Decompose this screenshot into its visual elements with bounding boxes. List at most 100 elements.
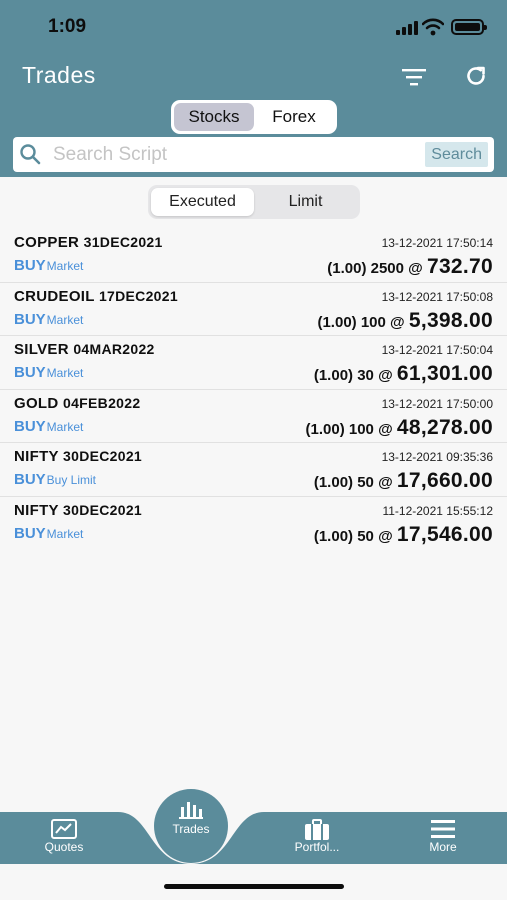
trade-side: BUYMarket — [14, 311, 83, 328]
tab-trades-label: Trades — [172, 822, 210, 836]
trade-datetime: 13-12-2021 17:50:08 — [381, 289, 493, 304]
trade-row[interactable]: CRUDEOIL 17DEC2021 13-12-2021 17:50:08 B… — [0, 283, 507, 336]
tab-portfolio[interactable]: Portfol... — [272, 808, 362, 864]
trade-side: BUYMarket — [14, 364, 83, 381]
search-input[interactable] — [53, 137, 423, 172]
tab-trades[interactable]: Trades — [154, 789, 228, 863]
trade-datetime: 13-12-2021 09:35:36 — [381, 450, 493, 464]
market-segmented-control: Stocks Forex — [171, 100, 337, 134]
trade-lot: (1.00) — [317, 313, 357, 331]
trade-row[interactable]: GOLD 04FEB2022 13-12-2021 17:50:00 BUYMa… — [0, 390, 507, 443]
chart-icon — [51, 819, 77, 839]
trade-price: (1.00) 100 @ 5,398.00 — [317, 309, 493, 333]
trade-price: (1.00) 2500 @ 732.70 — [327, 255, 493, 279]
trade-side: BUYMarket — [14, 525, 83, 542]
search-button[interactable]: Search — [425, 142, 488, 167]
trade-lot: (1.00) — [327, 260, 367, 277]
trade-lot: (1.00) — [313, 527, 354, 545]
order-type: Buy Limit — [46, 473, 97, 487]
trade-datetime: 13-12-2021 17:50:14 — [381, 236, 493, 250]
tab-more-label: More — [429, 840, 457, 854]
trade-symbol: SILVER 04MAR2022 — [14, 341, 155, 358]
trade-datetime: 11-12-2021 15:55:12 — [382, 503, 493, 518]
trade-symbol: GOLD 04FEB2022 — [14, 395, 140, 412]
order-type: Market — [46, 366, 84, 380]
refresh-icon[interactable] — [464, 64, 488, 88]
trades-list: COPPER 31DEC2021 13-12-2021 17:50:14 BUY… — [0, 229, 507, 550]
trade-symbol: CRUDEOIL 17DEC2021 — [14, 288, 178, 305]
briefcase-icon — [305, 819, 329, 840]
order-type: Market — [46, 526, 84, 541]
trade-qty: 30 — [357, 367, 374, 384]
menu-icon — [431, 820, 455, 838]
bar-chart-icon — [179, 802, 203, 819]
header: 1:09 Trades Stocks Forex Search — [0, 0, 507, 177]
filter-icon[interactable] — [402, 68, 426, 86]
symbol-name: GOLD — [14, 394, 59, 412]
at-sign: @ — [378, 420, 393, 438]
trade-price-value: 732.70 — [426, 255, 493, 278]
side-label: BUY — [14, 524, 46, 542]
trade-price: (1.00) 50 @ 17,546.00 — [314, 523, 493, 547]
side-label: BUY — [14, 471, 46, 488]
wifi-icon — [422, 18, 444, 36]
trade-lot: (1.00) — [305, 420, 345, 438]
symbol-expiry: 30DEC2021 — [63, 501, 143, 518]
order-type: Market — [46, 259, 84, 273]
trade-symbol: NIFTY 30DEC2021 — [14, 448, 142, 465]
trade-price-value: 5,398.00 — [408, 308, 493, 332]
tab-executed[interactable]: Executed — [151, 188, 254, 216]
symbol-expiry: 17DEC2021 — [98, 287, 178, 304]
at-sign: @ — [378, 367, 393, 384]
at-sign: @ — [408, 260, 423, 277]
order-type: Market — [46, 419, 84, 434]
at-sign: @ — [390, 313, 405, 331]
home-indicator — [164, 884, 344, 889]
trade-datetime: 13-12-2021 17:50:00 — [381, 396, 493, 411]
side-label: BUY — [14, 310, 46, 328]
symbol-expiry: 31DEC2021 — [83, 234, 163, 250]
trade-qty: 100 — [348, 420, 374, 438]
tab-limit[interactable]: Limit — [254, 188, 357, 216]
trade-lot: (1.00) — [313, 474, 354, 491]
trade-row[interactable]: SILVER 04MAR2022 13-12-2021 17:50:04 BUY… — [0, 336, 507, 390]
trade-side: BUYBuy Limit — [14, 471, 96, 488]
tab-stocks[interactable]: Stocks — [174, 103, 254, 131]
side-label: BUY — [14, 257, 46, 274]
trade-price: (1.00) 30 @ 61,301.00 — [314, 362, 493, 386]
trade-qty: 50 — [357, 527, 374, 545]
trade-row[interactable]: NIFTY 30DEC2021 13-12-2021 09:35:36 BUYB… — [0, 443, 507, 497]
side-label: BUY — [14, 364, 46, 381]
at-sign: @ — [378, 474, 393, 491]
trade-side: BUYMarket — [14, 418, 83, 435]
trade-symbol: NIFTY 30DEC2021 — [14, 502, 142, 519]
tab-forex[interactable]: Forex — [254, 103, 334, 131]
tab-portfolio-label: Portfol... — [294, 840, 340, 854]
trade-price-value: 48,278.00 — [396, 415, 493, 439]
tab-quotes[interactable]: Quotes — [19, 808, 109, 864]
side-label: BUY — [14, 417, 46, 435]
trade-price: (1.00) 50 @ 17,660.00 — [314, 469, 493, 493]
trade-row[interactable]: NIFTY 30DEC2021 11-12-2021 15:55:12 BUYM… — [0, 497, 507, 551]
trade-qty: 2500 — [370, 260, 404, 277]
symbol-expiry: 30DEC2021 — [63, 448, 143, 464]
trade-row[interactable]: COPPER 31DEC2021 13-12-2021 17:50:14 BUY… — [0, 229, 507, 283]
page-title: Trades — [22, 62, 96, 88]
search-icon — [20, 144, 41, 165]
trade-price-value: 61,301.00 — [396, 362, 493, 385]
trade-side: BUYMarket — [14, 257, 83, 274]
status-bar: 1:09 — [0, 0, 507, 54]
battery-icon — [451, 19, 487, 35]
order-segmented-control: Executed Limit — [148, 185, 360, 219]
search-bar: Search — [13, 137, 494, 172]
tab-quotes-label: Quotes — [44, 840, 84, 854]
symbol-name: CRUDEOIL — [14, 287, 95, 305]
trade-qty: 100 — [360, 313, 386, 331]
trade-price-value: 17,660.00 — [396, 469, 493, 492]
tab-more[interactable]: More — [398, 808, 488, 864]
symbol-name: SILVER — [14, 341, 69, 358]
symbol-expiry: 04FEB2022 — [63, 394, 141, 411]
symbol-name: NIFTY — [14, 501, 59, 519]
symbol-name: COPPER — [14, 234, 80, 251]
trade-lot: (1.00) — [313, 367, 354, 384]
